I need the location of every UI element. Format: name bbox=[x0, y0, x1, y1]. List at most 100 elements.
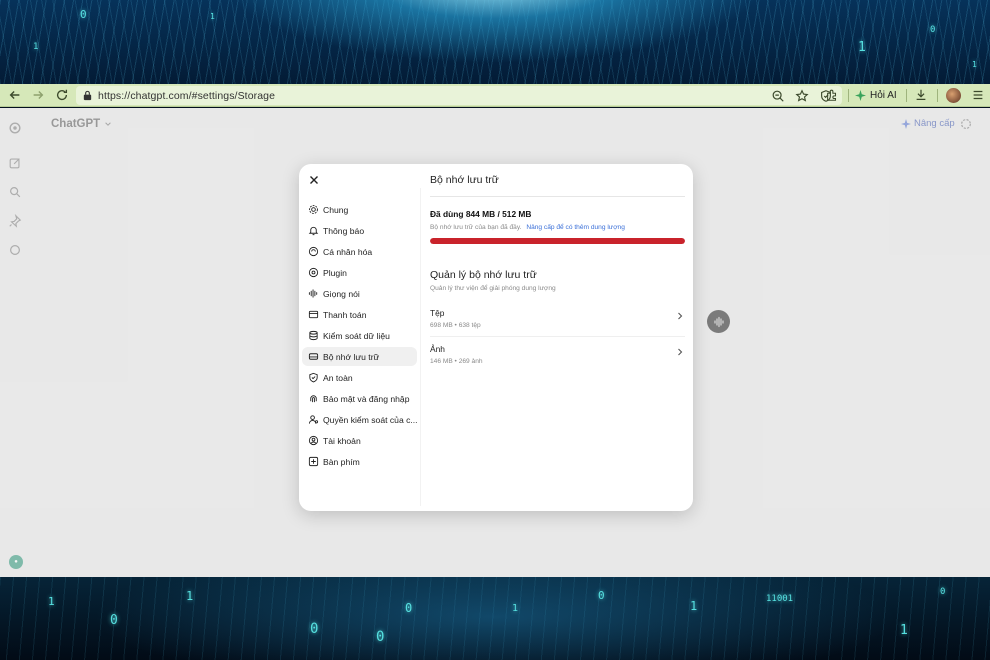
row-subtitle: 698 MB • 638 tệp bbox=[430, 322, 481, 329]
toolbar-separator bbox=[848, 89, 849, 102]
nav-item-voice[interactable]: Giọng nói bbox=[302, 284, 417, 303]
nav-divider bbox=[420, 188, 421, 506]
nav-item-label: Bộ nhớ lưu trữ bbox=[323, 351, 380, 362]
back-arrow-icon[interactable] bbox=[5, 85, 25, 105]
nav-item-label: Kiểm soát dữ liệu bbox=[323, 330, 390, 341]
close-icon bbox=[310, 176, 318, 184]
title-divider bbox=[430, 196, 685, 197]
nav-item-label: An toàn bbox=[323, 372, 353, 383]
nav-item-label: Cá nhân hóa bbox=[323, 246, 373, 257]
wallpaper-digit: 11001 bbox=[766, 594, 794, 604]
card-icon bbox=[308, 310, 319, 319]
wallpaper-digit: 1 bbox=[512, 603, 519, 614]
forward-arrow-icon[interactable] bbox=[28, 85, 48, 105]
ask-ai-button[interactable]: Hỏi AI bbox=[855, 87, 897, 104]
nav-item-billing[interactable]: Thanh toán bbox=[302, 305, 417, 324]
nav-item-label: Bàn phím bbox=[323, 456, 360, 467]
wallpaper-digit: 0 bbox=[598, 589, 605, 602]
wallpaper-digit: 1 bbox=[33, 42, 39, 52]
wallpaper-digit: 0 bbox=[405, 601, 413, 615]
storage-usage-fill bbox=[430, 238, 685, 244]
nav-item-storage[interactable]: Bộ nhớ lưu trữ bbox=[302, 347, 417, 366]
nav-item-label: Tài khoản bbox=[323, 435, 361, 446]
database-icon bbox=[309, 330, 318, 341]
menu-icon[interactable] bbox=[968, 85, 988, 105]
wallpaper-digit: 1 bbox=[186, 589, 194, 603]
row-title: Tệp bbox=[430, 308, 445, 318]
zoom-icon[interactable] bbox=[768, 86, 788, 106]
wallpaper-digit: 1 bbox=[690, 599, 698, 613]
nav-item-plugin[interactable]: Plugin bbox=[302, 263, 417, 282]
storage-full-note: Bộ nhớ lưu trữ của bạn đã đầy. Nâng cấp … bbox=[430, 224, 625, 231]
row-title: Ảnh bbox=[430, 344, 445, 354]
settings-nav: Chung Thông báo Cá nhân hóa Plugin Giọng… bbox=[299, 200, 420, 473]
parental-icon bbox=[308, 415, 319, 424]
wallpaper-digit: 1 bbox=[972, 60, 977, 69]
manage-storage-subtitle: Quản lý thư viện để giải phóng dung lượn… bbox=[430, 285, 556, 292]
extension-icon[interactable] bbox=[822, 85, 842, 105]
files-row[interactable]: Tệp 698 MB • 638 tệp bbox=[430, 306, 685, 334]
settings-modal: Chung Thông báo Cá nhân hóa Plugin Giọng… bbox=[299, 164, 693, 511]
user-circle-icon bbox=[308, 435, 319, 446]
manage-storage-title: Quản lý bộ nhớ lưu trữ bbox=[430, 269, 537, 281]
chevron-right-icon bbox=[678, 312, 683, 320]
voice-icon bbox=[308, 289, 318, 298]
bell-icon bbox=[308, 226, 319, 236]
nav-item-parental-controls[interactable]: Quyền kiểm soát của c... bbox=[302, 410, 417, 429]
wallpaper-digit: 1 bbox=[48, 595, 55, 608]
nav-item-personalization[interactable]: Cá nhân hóa bbox=[302, 242, 417, 261]
nav-item-security-login[interactable]: Bảo mật và đăng nhập bbox=[302, 389, 417, 408]
ask-ai-label: Hỏi AI bbox=[870, 90, 897, 101]
reload-icon[interactable] bbox=[52, 85, 72, 105]
upgrade-storage-link[interactable]: Nâng cấp để có thêm dung lượng bbox=[526, 224, 625, 231]
sparkle-icon bbox=[855, 90, 866, 101]
wallpaper-digit: 0 bbox=[80, 8, 87, 21]
wallpaper-bottom: 1 0 1 0 0 0 1 0 1 11001 1 0 bbox=[0, 577, 990, 660]
bookmark-star-icon[interactable] bbox=[792, 86, 812, 106]
url-text: https://chatgpt.com/#settings/Storage bbox=[98, 89, 276, 102]
wallpaper-top: 0 1 1 0 1 1 bbox=[0, 0, 990, 84]
browser-toolbar: https://chatgpt.com/#settings/Storage Hỏ… bbox=[0, 84, 990, 107]
close-button[interactable] bbox=[307, 173, 321, 187]
row-divider bbox=[430, 336, 685, 337]
fingerprint-icon bbox=[310, 395, 317, 403]
nav-item-label: Thanh toán bbox=[323, 309, 367, 320]
nav-item-data-controls[interactable]: Kiểm soát dữ liệu bbox=[302, 326, 417, 345]
storage-full-text: Bộ nhớ lưu trữ của bạn đã đầy. bbox=[430, 224, 522, 231]
nav-item-label: Bảo mật và đăng nhập bbox=[323, 393, 410, 404]
gear-icon bbox=[309, 205, 318, 214]
profile-avatar[interactable] bbox=[946, 88, 961, 103]
nav-item-general[interactable]: Chung bbox=[302, 200, 417, 219]
wallpaper-digit: 1 bbox=[900, 623, 908, 638]
nav-item-safety[interactable]: An toàn bbox=[302, 368, 417, 387]
storage-usage-bar bbox=[430, 238, 685, 244]
images-row[interactable]: Ảnh 146 MB • 269 ảnh bbox=[430, 342, 685, 370]
nav-item-label: Chung bbox=[323, 204, 349, 215]
keyboard-icon bbox=[308, 456, 319, 467]
wallpaper-digit: 0 bbox=[310, 621, 319, 637]
wallpaper-digit: 0 bbox=[930, 25, 936, 35]
lock-icon bbox=[83, 90, 92, 101]
toolbar-separator bbox=[906, 89, 907, 102]
storage-used-label: Đã dùng 844 MB / 512 MB bbox=[430, 209, 532, 219]
wallpaper-digit: 0 bbox=[940, 587, 946, 597]
chevron-right-icon bbox=[678, 348, 683, 356]
address-bar[interactable]: https://chatgpt.com/#settings/Storage bbox=[76, 86, 842, 105]
nav-item-label: Thông báo bbox=[323, 225, 365, 236]
panel-title: Bộ nhớ lưu trữ bbox=[430, 174, 499, 186]
wallpaper-digit: 1 bbox=[858, 40, 866, 55]
nav-item-account[interactable]: Tài khoản bbox=[302, 431, 417, 450]
shield-icon bbox=[309, 372, 318, 383]
download-icon[interactable] bbox=[911, 85, 931, 105]
nav-item-label: Giọng nói bbox=[323, 288, 360, 299]
nav-item-notifications[interactable]: Thông báo bbox=[302, 221, 417, 240]
nav-item-keyboard[interactable]: Bàn phím bbox=[302, 452, 417, 471]
wallpaper-digit: 1 bbox=[210, 12, 215, 21]
nav-item-label: Quyền kiểm soát của c... bbox=[323, 414, 417, 425]
plugin-icon bbox=[308, 267, 319, 278]
wallpaper-digit: 0 bbox=[110, 613, 118, 628]
nav-item-label: Plugin bbox=[323, 267, 347, 278]
toolbar-separator bbox=[937, 89, 938, 102]
storage-icon bbox=[308, 353, 319, 360]
row-subtitle: 146 MB • 269 ảnh bbox=[430, 358, 483, 365]
